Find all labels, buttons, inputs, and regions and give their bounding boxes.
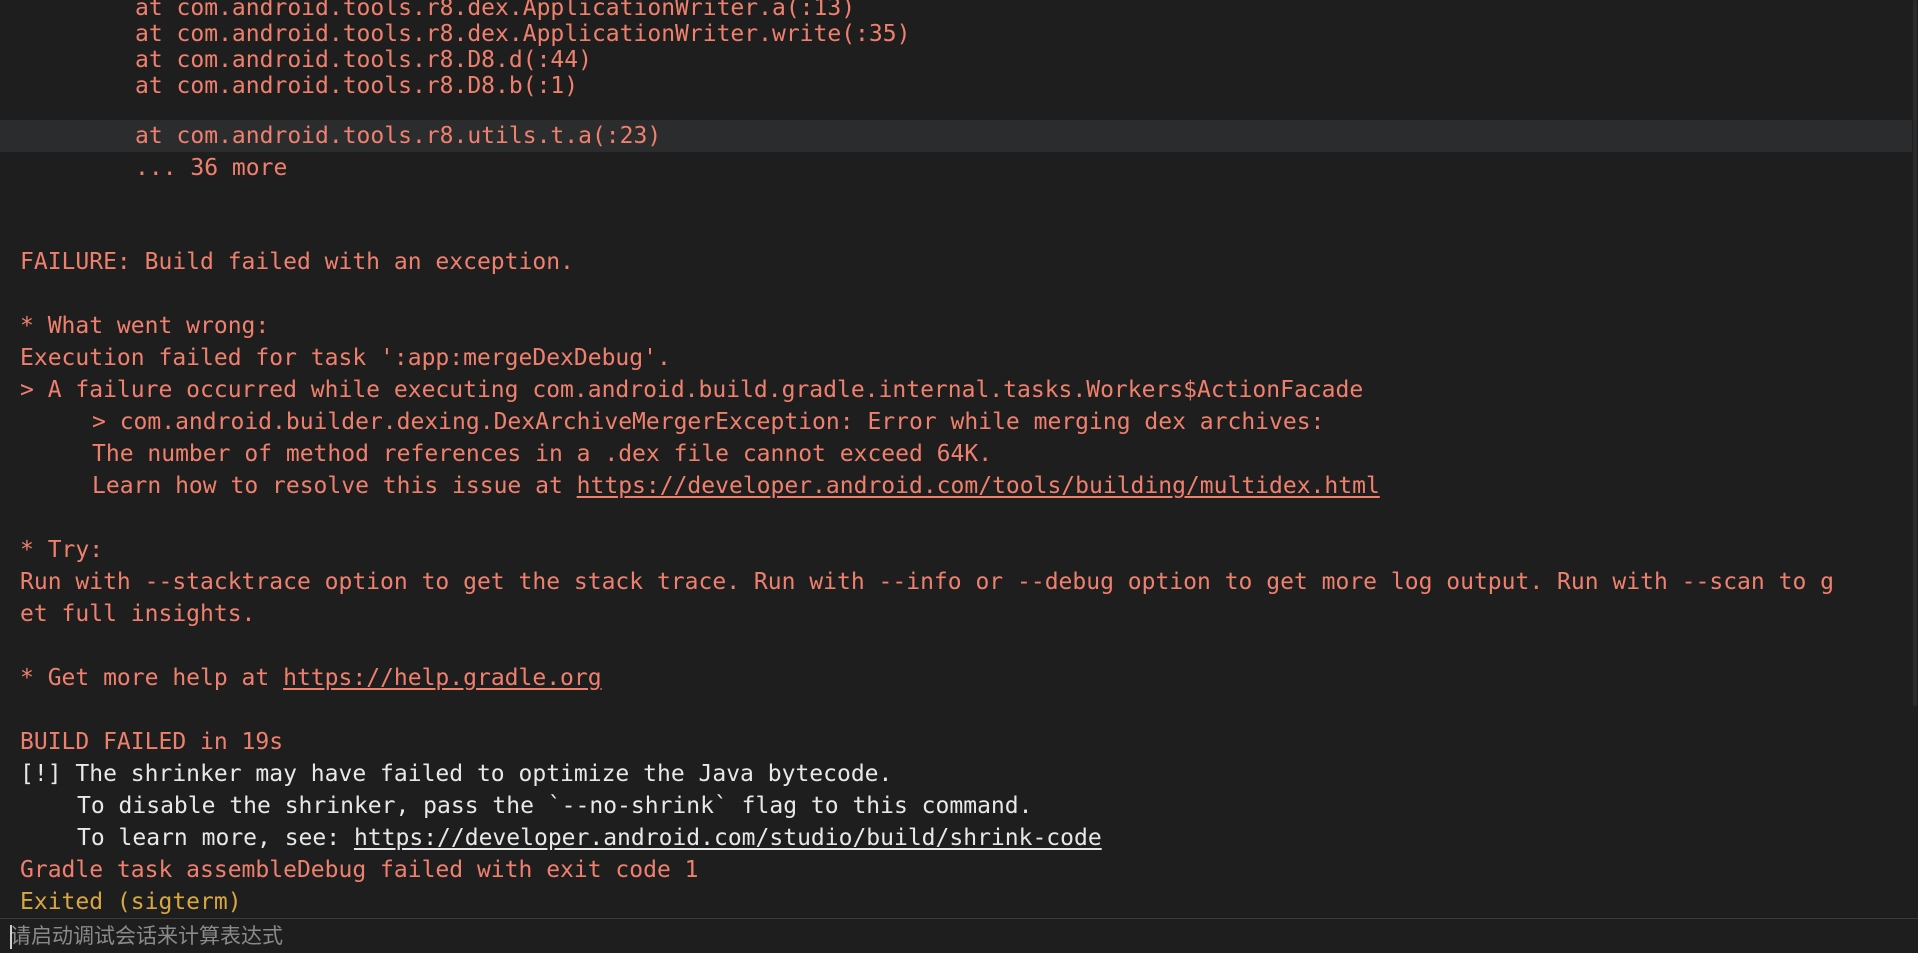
shrinker-disable-line: To disable the shrinker, pass the `--no-… xyxy=(0,790,1918,822)
text-caret xyxy=(10,925,12,949)
expression-input-bar xyxy=(0,918,1918,953)
build-failed-text: BUILD FAILED in 19s xyxy=(20,729,284,755)
what-went-wrong-heading: * What went wrong: xyxy=(0,310,1918,342)
stack-trace-text: at com.android.tools.r8.D8.b(:1) xyxy=(135,73,579,99)
help-text: * Get more help at xyxy=(20,665,284,691)
build-failed-line: BUILD FAILED in 19s xyxy=(0,726,1918,758)
gradle-task-failed-text: Gradle task assembleDebug failed with ex… xyxy=(20,857,699,883)
method-references-text: The number of method references in a .de… xyxy=(92,441,993,467)
what-went-wrong-text: * What went wrong: xyxy=(20,313,270,339)
shrinker-warning-text: [!] The shrinker may have failed to opti… xyxy=(20,761,893,787)
execution-failed-text: Execution failed for task ':app:mergeDex… xyxy=(20,345,671,371)
stack-trace-line: at com.android.tools.r8.D8.b(:1) xyxy=(0,70,1918,102)
failure-header-text: FAILURE: Build failed with an exception. xyxy=(20,249,574,275)
exited-line: Exited (sigterm) xyxy=(0,886,1918,918)
debug-console-output[interactable]: at com.android.tools.r8.dex.ApplicationW… xyxy=(0,0,1918,918)
try-line: Run with --stacktrace option to get the … xyxy=(0,566,1918,598)
learn-resolve-line: Learn how to resolve this issue at https… xyxy=(0,470,1918,502)
gradle-help-link[interactable]: https://help.gradle.org xyxy=(283,665,602,691)
stack-trace-text: at com.android.tools.r8.utils.t.a(:23) xyxy=(135,123,662,149)
expression-input[interactable] xyxy=(10,922,1900,950)
dex-merger-exception-line: > com.android.builder.dexing.DexArchiveM… xyxy=(0,406,1918,438)
failure-occurred-text: > A failure occurred while executing com… xyxy=(20,377,1364,403)
exited-text: Exited (sigterm) xyxy=(20,889,242,915)
try-line-continued-text: et full insights. xyxy=(20,601,256,627)
method-references-line: The number of method references in a .de… xyxy=(0,438,1918,470)
learn-more-line: To learn more, see: https://developer.an… xyxy=(0,822,1918,854)
shrinker-disable-text: To disable the shrinker, pass the `--no-… xyxy=(77,793,1033,819)
stack-trace-line-highlighted: at com.android.tools.r8.utils.t.a(:23) xyxy=(0,120,1918,152)
gradle-task-failed-line: Gradle task assembleDebug failed with ex… xyxy=(0,854,1918,886)
try-heading-text: * Try: xyxy=(20,537,104,563)
stack-trace-more: ... 36 more xyxy=(0,152,1918,184)
try-line-continued: et full insights. xyxy=(0,598,1918,630)
try-line-text: Run with --stacktrace option to get the … xyxy=(20,569,1834,595)
failure-header: FAILURE: Build failed with an exception. xyxy=(0,246,1918,278)
dex-merger-exception-text: > com.android.builder.dexing.DexArchiveM… xyxy=(92,409,1325,435)
learn-more-text: To learn more, see: xyxy=(77,825,354,851)
failure-occurred-line: > A failure occurred while executing com… xyxy=(0,374,1918,406)
console-scroll-thumb[interactable] xyxy=(1913,0,1917,706)
stack-trace-text: ... 36 more xyxy=(135,155,288,181)
multidex-link[interactable]: https://developer.android.com/tools/buil… xyxy=(577,473,1380,499)
shrinker-warning-line: [!] The shrinker may have failed to opti… xyxy=(0,758,1918,790)
help-line: * Get more help at https://help.gradle.o… xyxy=(0,662,1918,694)
learn-resolve-text: Learn how to resolve this issue at xyxy=(92,473,577,499)
shrink-code-link[interactable]: https://developer.android.com/studio/bui… xyxy=(354,825,1102,851)
execution-failed-line: Execution failed for task ':app:mergeDex… xyxy=(0,342,1918,374)
try-heading: * Try: xyxy=(0,534,1918,566)
